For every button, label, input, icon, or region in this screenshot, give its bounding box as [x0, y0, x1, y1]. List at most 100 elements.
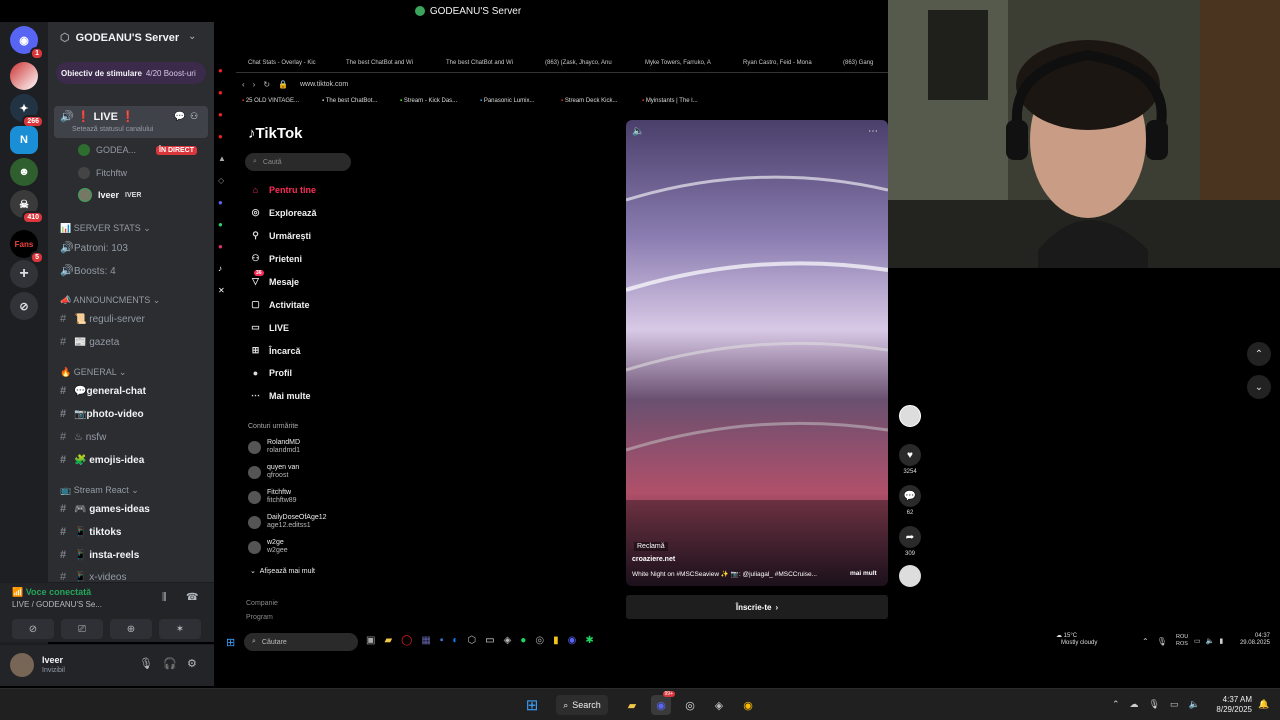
volume-icon[interactable]: 🔈: [632, 126, 644, 137]
language-indicator[interactable]: ROU ROS: [1176, 634, 1188, 648]
weather-widget[interactable]: ☁ 15°C Mostly cloudy: [1056, 633, 1097, 647]
notification-bell-icon[interactable]: 🔔: [1258, 699, 1269, 710]
app-icon[interactable]: ◎: [535, 635, 544, 646]
channel-gazeta[interactable]: # 📰 gazeta: [60, 336, 119, 348]
reload-icon[interactable]: ↻: [263, 80, 270, 89]
disconnect-icon[interactable]: ☎: [186, 592, 198, 603]
chevron-down-icon[interactable]: ⌄: [188, 31, 196, 42]
server-icon[interactable]: N: [10, 126, 38, 154]
channel-games-ideas[interactable]: # 🎮 games-ideas: [60, 503, 150, 515]
tiktok-sidebar-icon[interactable]: ♪: [218, 258, 232, 280]
browser-tab[interactable]: The best ChatBot and Wi: [346, 60, 413, 66]
followed-account[interactable]: Fitchftw fitchftw89: [248, 489, 297, 505]
edge-icon[interactable]: ◐: [452, 635, 458, 646]
voice-member[interactable]: Fitchftw: [78, 167, 127, 179]
category-general[interactable]: 🔥 GENERAL ⌄: [60, 367, 126, 378]
bookmark[interactable]: ▪ Stream - Kick Das...: [400, 98, 457, 104]
opera-sidebar-icon[interactable]: ●: [218, 60, 232, 82]
discord-icon[interactable]: ◉ 99+: [651, 691, 675, 715]
windows-start-icon[interactable]: ⊞: [522, 695, 542, 715]
voice-member[interactable]: Iveer IVER: [78, 188, 141, 202]
video-player[interactable]: 🔈 ⋯ Reclamă croaziere.net White Night on…: [626, 120, 888, 586]
channel-x-videos[interactable]: # 📱 x-videos: [60, 571, 126, 582]
screen-share-button[interactable]: ⎚: [61, 619, 103, 639]
chat-icon[interactable]: 💬: [174, 111, 185, 122]
creator-avatar[interactable]: [899, 405, 921, 430]
server-icon[interactable]: ✦ 266: [10, 94, 44, 128]
server-icon[interactable]: ☠ 410: [10, 190, 44, 224]
category-announcements[interactable]: 📣 ANNOUNCMENTS ⌄: [60, 295, 160, 306]
activities-button[interactable]: ⊕: [110, 619, 152, 639]
category-stream-react[interactable]: 📺 Stream React ⌄: [60, 485, 139, 496]
channel-status-hint[interactable]: Setează statusul canalului: [72, 126, 153, 133]
nav-profil[interactable]: ● Profil: [250, 367, 292, 378]
cloud-off-icon[interactable]: ☁: [1130, 699, 1139, 710]
footer-link[interactable]: Companie: [246, 600, 278, 607]
bookmark[interactable]: ▪ Stream Deck Kick...: [561, 98, 618, 104]
opera-sidebar-icon[interactable]: ●: [218, 126, 232, 148]
volume-icon[interactable]: 🔈: [1189, 699, 1200, 710]
battery-icon[interactable]: ▮: [1219, 637, 1223, 645]
add-member-icon[interactable]: ⚇: [190, 111, 198, 122]
network-icon[interactable]: ▭: [1194, 637, 1201, 645]
settings-gear-icon[interactable]: ⚙: [187, 657, 197, 670]
chevron-up-icon[interactable]: ⌃: [1142, 637, 1149, 646]
channel-tiktoks[interactable]: # 📱 tiktoks: [60, 526, 121, 538]
live-channel-item[interactable]: 🔊 ❗ LIVE ❗ 💬 ⚇ Setează statusul canalulu…: [54, 106, 208, 138]
nav-incarca[interactable]: ⊞ Încarcă: [250, 345, 301, 356]
previous-video-button[interactable]: ⌃: [1247, 342, 1271, 366]
channel-photo-video[interactable]: # 📷photo-video: [60, 408, 144, 420]
sound-disc[interactable]: [899, 565, 921, 590]
taskbar-search-button[interactable]: ⌕ Search: [556, 695, 608, 715]
followed-account[interactable]: w2ge w2gee: [248, 539, 288, 555]
noise-suppression-icon[interactable]: ⫼: [162, 592, 167, 603]
followed-account[interactable]: DailyDoseOfAge12 age12.editss1: [248, 514, 327, 530]
clock[interactable]: 4:37 AM 8/29/2025: [1210, 695, 1252, 715]
followed-account[interactable]: quyen van qfroost: [248, 464, 299, 480]
whatsapp-icon[interactable]: ●: [218, 214, 232, 236]
discord-home-icon[interactable]: ◉ 1: [10, 26, 44, 60]
more-caption-link[interactable]: mai mult: [850, 570, 877, 577]
app-icon[interactable]: ▭: [485, 635, 494, 646]
clock[interactable]: 04:37 29.08.2025: [1234, 633, 1270, 647]
file-explorer-icon[interactable]: ▰: [622, 695, 642, 715]
nav-pentru-tine[interactable]: ⌂ Pentru tine: [250, 184, 316, 195]
opera-sidebar-icon[interactable]: ◇: [218, 170, 232, 192]
avatar[interactable]: [10, 653, 34, 677]
stat-patroni[interactable]: 🔊Patroni: 103: [60, 241, 128, 254]
nav-live[interactable]: ▭ LIVE: [250, 322, 289, 333]
boost-goal-bar[interactable]: Obiectiv de stimulare 4/20 Boost-uri: [56, 62, 206, 84]
file-explorer-icon[interactable]: ▰: [384, 635, 392, 646]
tiktok-logo[interactable]: ♪TikTok: [248, 125, 302, 142]
channel-general-chat[interactable]: # 💬general-chat: [60, 385, 146, 397]
video-author[interactable]: croaziere.net: [632, 556, 675, 563]
nav-mesaje[interactable]: ▽ 36 Mesaje: [250, 270, 299, 287]
followed-account[interactable]: RolandMD rolandmd1: [248, 439, 300, 455]
voice-member[interactable]: GODEA... ÎN DIRECT: [78, 144, 198, 156]
voice-channel-link[interactable]: LIVE / GODEANU'S Se...: [12, 600, 102, 609]
show-more-link[interactable]: ⌄ Afișează mai mult: [250, 567, 315, 575]
explore-icon[interactable]: ⊘: [10, 292, 38, 320]
discord-icon[interactable]: ◉: [568, 635, 577, 646]
browser-tab[interactable]: Ryan Castro, Feid - Mona: [743, 60, 812, 66]
opera-sidebar-icon[interactable]: ●: [218, 104, 232, 126]
channel-insta-reels[interactable]: # 📱 insta-reels: [60, 549, 139, 561]
more-options-icon[interactable]: ⋯: [868, 126, 878, 137]
chevron-up-icon[interactable]: ⌃: [1112, 699, 1120, 710]
nav-mai-multe[interactable]: ⋯ Mai multe: [250, 390, 311, 401]
forward-icon[interactable]: ›: [253, 80, 256, 89]
browser-tab[interactable]: (863) (Zask, Jhayco, Anu: [545, 60, 612, 66]
bookmark[interactable]: ▪ The best ChatBot...: [322, 98, 377, 104]
headphones-icon[interactable]: 🎧: [163, 657, 177, 670]
opera-icon[interactable]: ◯: [401, 635, 412, 646]
category-server-stats[interactable]: 📊 SERVER STATS ⌄: [60, 223, 151, 234]
next-video-button[interactable]: ⌄: [1247, 375, 1271, 399]
steam-icon[interactable]: ◈: [709, 695, 729, 715]
browser-tab[interactable]: The best ChatBot and Wi: [446, 60, 513, 66]
comment-button[interactable]: 💬 62: [899, 485, 921, 516]
teams-icon[interactable]: ▦: [421, 635, 430, 646]
app-icon[interactable]: ⬡: [467, 635, 476, 646]
back-icon[interactable]: ‹: [242, 80, 245, 89]
windows-start-icon[interactable]: ⊞: [226, 636, 235, 649]
app-icon[interactable]: ▮: [553, 635, 559, 646]
